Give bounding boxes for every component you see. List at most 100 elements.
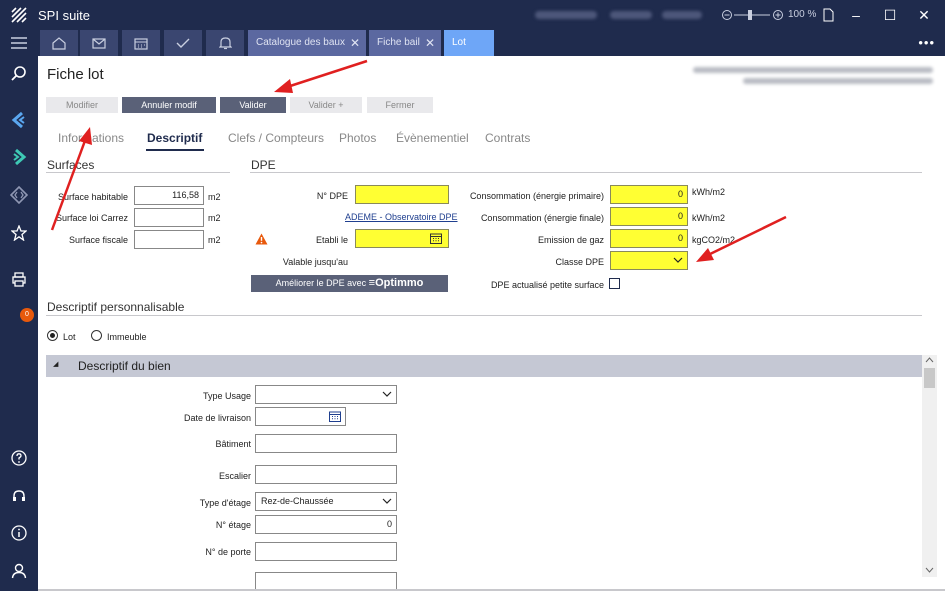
title-bar: SPI suite 100 % – ☐ ✕: [0, 0, 945, 30]
type-usage-select[interactable]: [255, 385, 397, 404]
chevron-down-icon: [382, 498, 392, 504]
num-etage-input[interactable]: 0: [255, 515, 397, 534]
blurred-user-info: [662, 11, 702, 19]
printer-icon[interactable]: [8, 268, 30, 290]
date-livraison-input[interactable]: [255, 407, 346, 426]
annuler-modif-button[interactable]: Annuler modif: [122, 97, 216, 113]
type-etage-value: Rez-de-Chaussée: [261, 496, 334, 506]
classe-dpe-select[interactable]: [610, 251, 688, 270]
conso-finale-label: Consommation (énergie finale): [480, 213, 604, 223]
conso-primaire-input[interactable]: 0: [610, 185, 688, 204]
calendar-icon[interactable]: [329, 411, 341, 422]
num-dpe-input[interactable]: [355, 185, 449, 204]
tab-informations[interactable]: Informations: [58, 131, 124, 145]
warning-icon: [255, 233, 268, 245]
classe-dpe-label: Classe DPE: [555, 257, 604, 267]
num-porte-input[interactable]: [255, 542, 397, 561]
zoom-slider[interactable]: [722, 9, 784, 21]
radio-immeuble[interactable]: [91, 330, 102, 341]
scrollbar[interactable]: [922, 355, 937, 577]
blurred-header-info: [743, 78, 933, 84]
batiment-input[interactable]: [255, 434, 397, 453]
surfaces-section-title: Surfaces: [47, 158, 95, 172]
num-etage-label: N° étage: [215, 520, 251, 530]
escalier-label: Escalier: [218, 471, 251, 481]
close-tab-icon[interactable]: ✕: [425, 30, 435, 56]
blurred-user-info: [610, 11, 652, 19]
tab-descriptif[interactable]: Descriptif: [147, 131, 202, 145]
fermer-button[interactable]: Fermer: [367, 97, 433, 113]
close-tab-icon[interactable]: ✕: [350, 30, 360, 56]
conso-finale-input[interactable]: 0: [610, 207, 688, 226]
emission-gaz-input[interactable]: 0: [610, 229, 688, 248]
scroll-up-icon[interactable]: [925, 357, 934, 363]
tab-clefs-compteurs[interactable]: Clefs / Compteurs: [228, 131, 324, 145]
divider: [46, 315, 922, 316]
tab-photos[interactable]: Photos: [339, 131, 376, 145]
descriptif-section-title: Descriptif personnalisable: [47, 300, 185, 314]
tab-lot[interactable]: Lot: [444, 30, 494, 56]
dpe-petite-surface-checkbox[interactable]: [609, 278, 620, 289]
help-icon[interactable]: [8, 447, 30, 469]
maximize-icon[interactable]: ☐: [880, 5, 900, 25]
radio-lot[interactable]: [47, 330, 58, 341]
surface-fiscale-input[interactable]: [134, 230, 204, 249]
user-icon[interactable]: [8, 560, 30, 582]
tab-label: Lot: [452, 37, 466, 48]
unit-label: m2: [208, 192, 221, 202]
calendar-tab[interactable]: [122, 30, 160, 56]
chevron-down-icon: [673, 257, 683, 263]
tab-catalogue-des-baux[interactable]: Catalogue des baux ✕: [248, 30, 366, 56]
ademe-link[interactable]: ADEME - Observatoire DPE: [345, 212, 458, 222]
active-tab-indicator: [146, 149, 204, 151]
menu-icon[interactable]: [8, 32, 30, 54]
notifications-tab[interactable]: [206, 30, 244, 56]
document-icon[interactable]: [823, 8, 834, 22]
valider-plus-button[interactable]: Valider +: [290, 97, 362, 113]
num-dpe-label: N° DPE: [316, 191, 348, 201]
tasks-tab[interactable]: [164, 30, 202, 56]
code-diamond-icon[interactable]: [8, 184, 30, 206]
partial-input[interactable]: [255, 572, 397, 589]
collapse-triangle-icon[interactable]: ◢: [53, 360, 58, 368]
mail-icon: [92, 37, 106, 49]
unit-label: kWh/m2: [692, 187, 726, 197]
valider-button[interactable]: Valider: [220, 97, 286, 113]
home-tab[interactable]: [40, 30, 78, 56]
tab-evenementiel[interactable]: Évènementiel: [396, 131, 469, 145]
calendar-icon[interactable]: [430, 233, 442, 244]
search-icon[interactable]: [8, 63, 30, 85]
optimmo-button-label: Améliorer le DPE avec: [275, 278, 369, 288]
bell-icon: [218, 37, 232, 50]
tab-contrats[interactable]: Contrats: [485, 131, 530, 145]
scrollbar-thumb[interactable]: [924, 368, 935, 388]
surface-habitable-input[interactable]: 116,58: [134, 186, 204, 205]
chevron-down-icon: [382, 391, 392, 397]
tab-label: Fiche bail: [377, 37, 420, 48]
headset-icon[interactable]: [8, 485, 30, 507]
page-title: Fiche lot: [47, 66, 104, 83]
tab-fiche-bail[interactable]: Fiche bail ✕: [369, 30, 441, 56]
more-options-icon[interactable]: •••: [918, 35, 935, 50]
unit-label: kWh/m2: [692, 213, 726, 223]
descriptif-du-bien-group-header[interactable]: ◢ Descriptif du bien: [46, 355, 922, 377]
unit-label: m2: [208, 235, 221, 245]
scroll-down-icon[interactable]: [925, 567, 934, 573]
blurred-header-info: [693, 67, 933, 73]
radio-immeuble-label: Immeuble: [107, 332, 147, 342]
mail-tab[interactable]: [80, 30, 118, 56]
modifier-button[interactable]: Modifier: [46, 97, 118, 113]
ameliorer-dpe-optimmo-button[interactable]: Améliorer le DPE avec ≡Optimmo: [251, 275, 448, 292]
surface-carrez-input[interactable]: [134, 208, 204, 227]
tab-strip: Catalogue des baux ✕ Fiche bail ✕ Lot ••…: [38, 30, 945, 56]
nav-right-icon[interactable]: [8, 146, 30, 168]
star-icon[interactable]: [8, 222, 30, 244]
type-etage-label: Type d'étage: [199, 498, 251, 508]
info-icon[interactable]: [8, 522, 30, 544]
etabli-le-date-input[interactable]: [355, 229, 449, 248]
nav-left-icon[interactable]: [8, 109, 30, 131]
escalier-input[interactable]: [255, 465, 397, 484]
minimize-icon[interactable]: –: [846, 5, 866, 25]
close-icon[interactable]: ✕: [914, 5, 934, 25]
type-etage-select[interactable]: Rez-de-Chaussée: [255, 492, 397, 511]
